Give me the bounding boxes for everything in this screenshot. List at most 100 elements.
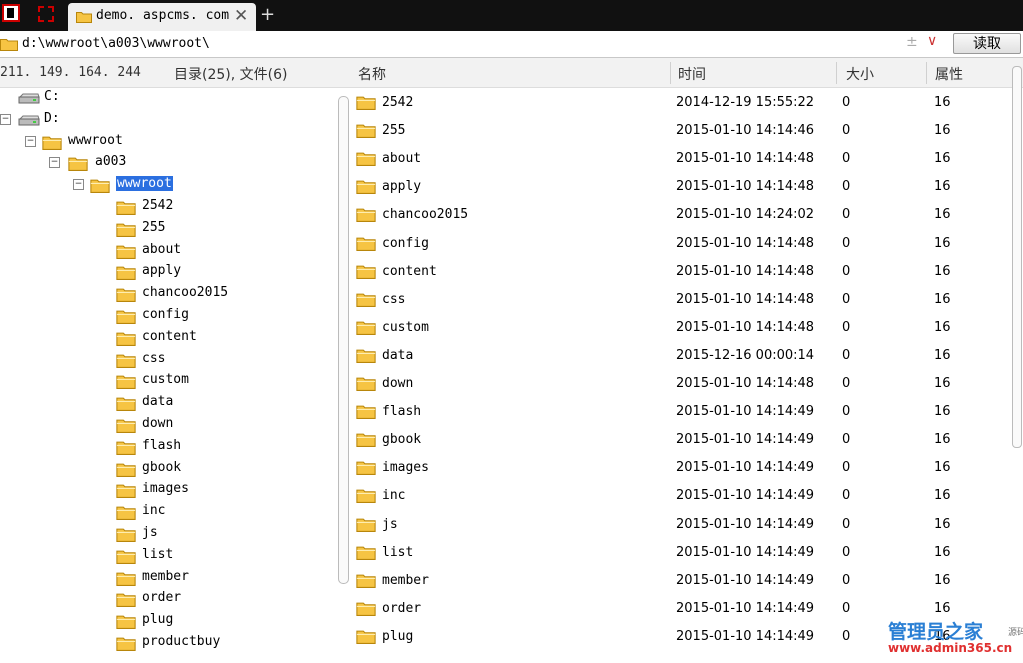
table-row[interactable]: apply 2015-01-10 14:14:48 0 16: [350, 173, 1010, 201]
table-row[interactable]: custom 2015-01-10 14:14:48 0 16: [350, 314, 1010, 342]
tree-item-folder[interactable]: plug: [0, 611, 336, 632]
table-row[interactable]: gbook 2015-01-10 14:14:49 0 16: [350, 426, 1010, 454]
tab-active[interactable]: demo. aspcms. com ✕: [68, 3, 256, 31]
folder-icon: [116, 287, 136, 306]
file-name: config: [382, 235, 429, 251]
table-row[interactable]: css 2015-01-10 14:14:48 0 16: [350, 286, 1010, 314]
tree-item-folder[interactable]: down: [0, 415, 336, 436]
expand-toggle-icon[interactable]: −: [49, 157, 60, 169]
table-row[interactable]: inc 2015-01-10 14:14:49 0 16: [350, 482, 1010, 510]
expand-toggle-icon[interactable]: −: [0, 113, 11, 125]
file-name: down: [382, 376, 414, 391]
folder-icon: [116, 309, 136, 328]
tree-item-label: css: [142, 350, 166, 366]
tree-item-a003[interactable]: − a003: [0, 153, 336, 174]
file-size: 0: [842, 179, 851, 195]
table-row[interactable]: list 2015-01-10 14:14:49 0 16: [350, 539, 1010, 567]
file-name: 2542: [382, 95, 414, 110]
folder-icon: [356, 545, 376, 564]
tree-item-folder[interactable]: content: [0, 328, 336, 349]
table-row[interactable]: member 2015-01-10 14:14:49 0 16: [350, 567, 1010, 595]
folder-icon: [356, 404, 376, 423]
tree-item-folder[interactable]: css: [0, 350, 336, 371]
tree-item-folder[interactable]: list: [0, 546, 336, 567]
tree-item-folder[interactable]: js: [0, 524, 336, 545]
file-time: 2015-01-10 14:14:48: [676, 291, 815, 307]
tree-item-folder[interactable]: config: [0, 306, 336, 327]
app-menu-icon[interactable]: [38, 6, 54, 22]
tab-bar: demo. aspcms. com ✕ +: [0, 0, 1023, 31]
tree-item-folder[interactable]: about: [0, 241, 336, 262]
column-attr[interactable]: 属性: [935, 64, 963, 84]
file-attr: 16: [934, 376, 951, 391]
expand-toggle-icon[interactable]: −: [73, 179, 84, 191]
file-time: 2015-01-10 14:14:49: [676, 572, 815, 588]
folder-icon: [116, 549, 136, 568]
tree-item-wwwroot-selected[interactable]: − wwwroot: [0, 175, 336, 196]
file-size: 0: [842, 291, 851, 307]
column-time[interactable]: 时间: [678, 64, 706, 84]
tree-item-label: content: [142, 328, 197, 344]
table-row[interactable]: images 2015-01-10 14:14:49 0 16: [350, 454, 1010, 482]
tree-item-folder[interactable]: flash: [0, 437, 336, 458]
file-size: 0: [842, 544, 851, 560]
tree-item-folder[interactable]: data: [0, 393, 336, 414]
file-size: 0: [842, 347, 851, 363]
tree-item-label: member: [142, 568, 189, 584]
tab-close-icon[interactable]: ✕: [234, 6, 248, 26]
chevron-down-icon[interactable]: ∨: [927, 33, 937, 49]
file-size: 0: [842, 432, 851, 448]
tree-item-folder[interactable]: apply: [0, 262, 336, 283]
table-row[interactable]: 2542 2014-12-19 15:55:22 0 16: [350, 89, 1010, 117]
file-name: member: [382, 572, 429, 588]
file-size: 0: [842, 600, 851, 616]
table-row[interactable]: about 2015-01-10 14:14:48 0 16: [350, 145, 1010, 173]
tree-item-folder[interactable]: gbook: [0, 459, 336, 480]
table-row[interactable]: flash 2015-01-10 14:14:49 0 16: [350, 398, 1010, 426]
file-name: about: [382, 151, 422, 167]
tree-item-folder[interactable]: 255: [0, 219, 336, 240]
table-row[interactable]: down 2015-01-10 14:14:48 0 16: [350, 370, 1010, 398]
tree-item-folder[interactable]: images: [0, 480, 336, 501]
plus-minus-icon[interactable]: ±: [906, 34, 918, 50]
tree-item-folder[interactable]: chancoo2015: [0, 284, 336, 305]
column-name[interactable]: 名称: [358, 64, 386, 84]
tree-item-label: wwwroot: [116, 176, 173, 192]
tree-item-folder[interactable]: member: [0, 568, 336, 589]
column-size[interactable]: 大小: [846, 64, 874, 84]
folder-icon: [356, 629, 376, 648]
file-attr: 16: [934, 572, 951, 588]
tree-drive-c[interactable]: C:: [0, 88, 336, 109]
folder-icon: [116, 331, 136, 350]
tree-item-label: down: [142, 416, 174, 431]
folder-icon: [90, 178, 110, 197]
file-attr: 16: [934, 516, 951, 532]
tree-item-folder[interactable]: 2542: [0, 197, 336, 218]
tree-item-folder[interactable]: order: [0, 589, 336, 610]
table-row[interactable]: config 2015-01-10 14:14:48 0 16: [350, 230, 1010, 258]
read-button[interactable]: 读取: [953, 33, 1021, 54]
file-list: 2542 2014-12-19 15:55:22 0 16 255 2015-01-10 …: [350, 88, 1010, 663]
tree-item-folder[interactable]: productbuy: [0, 633, 336, 654]
tree-drive-d[interactable]: − D:: [0, 110, 336, 131]
tree-item-folder[interactable]: inc: [0, 502, 336, 523]
watermark-small: 源码: [1008, 628, 1023, 638]
tree-item-folder[interactable]: custom: [0, 371, 336, 392]
expand-toggle-icon[interactable]: −: [25, 135, 36, 147]
path-input[interactable]: d:\wwwroot\a003\wwwroot\: [22, 36, 210, 51]
tree-scrollbar[interactable]: [336, 88, 350, 663]
file-attr: 16: [934, 544, 951, 560]
app-logo-icon[interactable]: [2, 4, 20, 22]
list-scrollbar[interactable]: [1010, 58, 1023, 663]
table-row[interactable]: data 2015-12-16 00:00:14 0 16: [350, 342, 1010, 370]
table-row[interactable]: chancoo2015 2015-01-10 14:24:02 0 16: [350, 201, 1010, 229]
table-row[interactable]: js 2015-01-10 14:14:49 0 16: [350, 511, 1010, 539]
folder-icon: [356, 517, 376, 536]
table-row[interactable]: content 2015-01-10 14:14:48 0 16: [350, 258, 1010, 286]
item-count: 目录(25), 文件(6): [174, 67, 288, 83]
table-row[interactable]: 255 2015-01-10 14:14:46 0 16: [350, 117, 1010, 145]
folder-icon: [116, 636, 136, 655]
tree-item-label: custom: [142, 372, 189, 388]
tree-item-wwwroot[interactable]: − wwwroot: [0, 132, 336, 153]
new-tab-button[interactable]: +: [260, 4, 275, 25]
